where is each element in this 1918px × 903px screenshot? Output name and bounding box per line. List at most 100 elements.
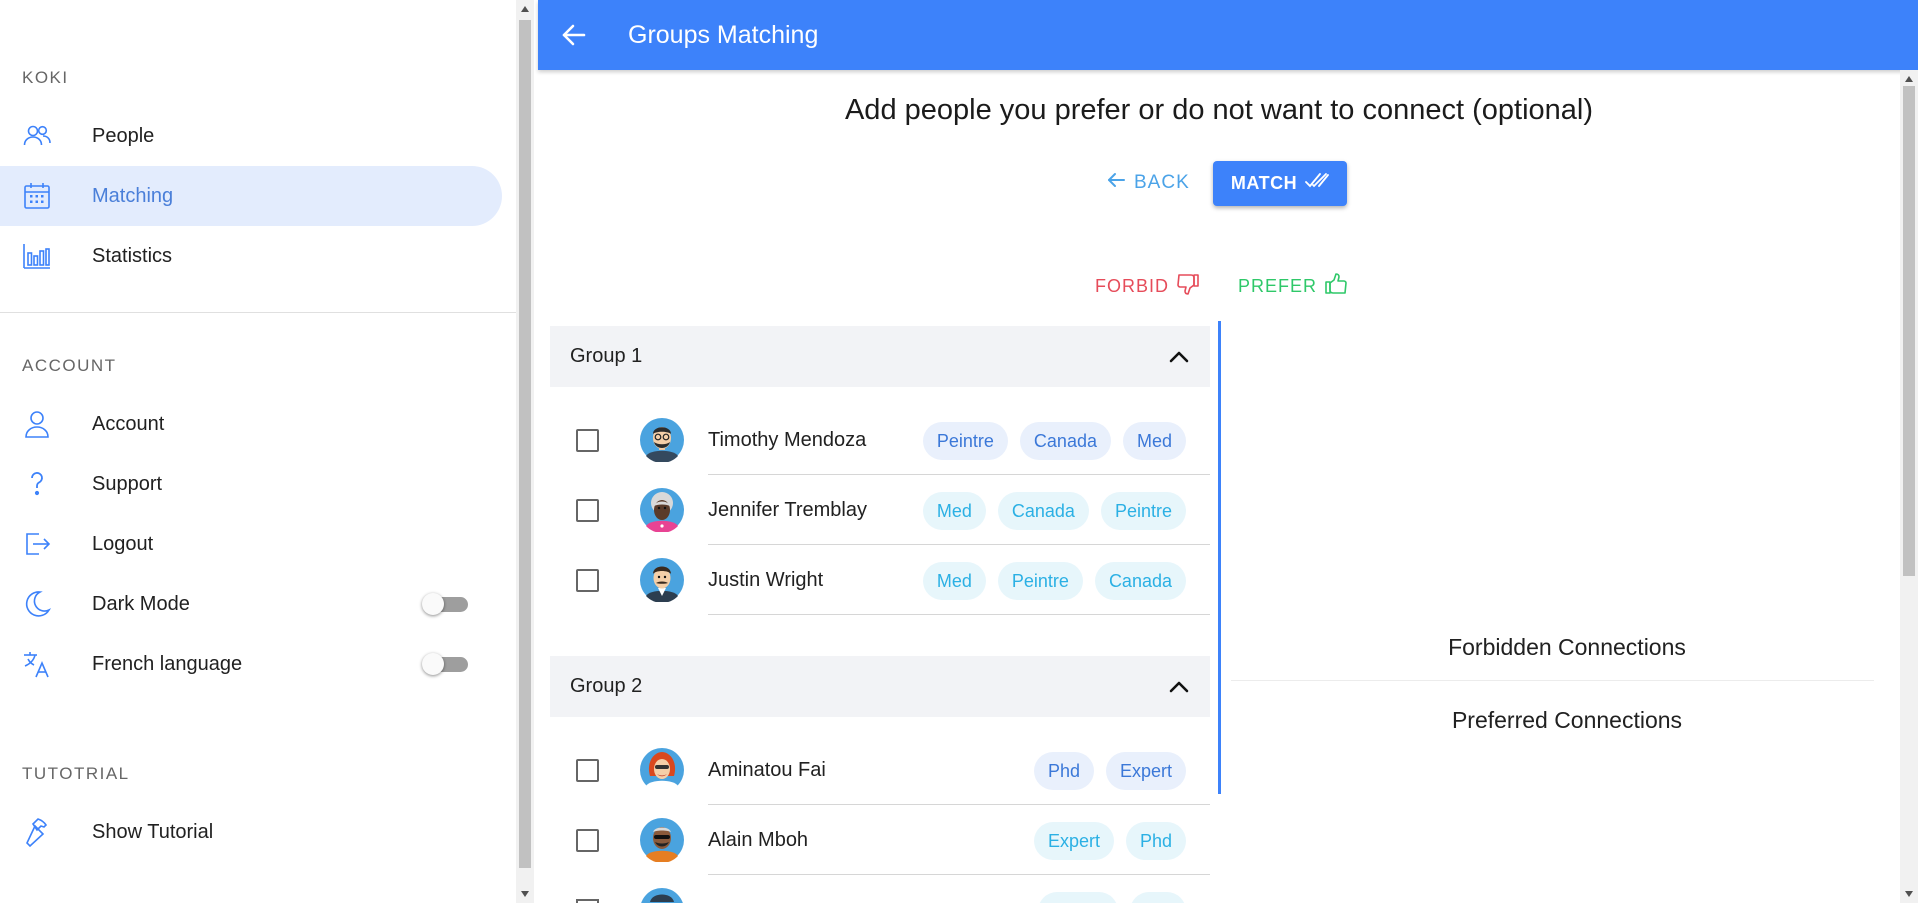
app-bar: Groups Matching	[538, 0, 1918, 70]
main-scrollbar[interactable]	[1900, 70, 1918, 903]
sidebar-item-account[interactable]: Account	[0, 394, 502, 454]
main-content: Add people you prefer or do not want to …	[538, 70, 1900, 903]
chevron-up-icon[interactable]	[1168, 346, 1190, 368]
person-name: Timothy Mendoza	[708, 429, 867, 451]
person-checkbox[interactable]	[576, 429, 599, 452]
tag-chip[interactable]: Med	[1122, 422, 1186, 460]
scrollbar-thumb[interactable]	[519, 20, 531, 868]
group-header-2[interactable]: Group 2	[550, 656, 1210, 717]
person-name: Alain Mboh	[708, 829, 809, 851]
sidebar-item-show-tutorial[interactable]: Show Tutorial	[0, 802, 502, 862]
sidebar: KOKI People Matching Statistics ACCOUNT …	[0, 0, 517, 903]
list-item: Justin Wright Med Peintre Canada	[550, 545, 1210, 615]
chevron-up-icon[interactable]	[1168, 676, 1190, 698]
people-icon	[22, 121, 52, 151]
avatar	[640, 488, 684, 532]
bar-chart-icon	[22, 241, 52, 271]
tag-chip[interactable]	[1130, 892, 1186, 903]
person-name: Aminatou Fai	[708, 759, 826, 781]
tag-chip[interactable]: Med	[922, 562, 986, 600]
group-header-1[interactable]: Group 1	[550, 326, 1210, 387]
sidebar-item-logout[interactable]: Logout	[0, 514, 502, 574]
back-arrow-icon[interactable]	[560, 21, 588, 49]
person-checkbox[interactable]	[576, 899, 599, 903]
section-title-account: ACCOUNT	[22, 356, 117, 375]
sidebar-item-label: Logout	[92, 532, 154, 555]
sidebar-item-label: Support	[92, 472, 163, 495]
page-title: Groups Matching	[628, 21, 819, 49]
instruction-heading: Add people you prefer or do not want to …	[844, 94, 1594, 126]
tag-chip[interactable]: Canada	[997, 492, 1089, 530]
person-name: Justin Wright	[708, 569, 824, 591]
scroll-up-arrow-icon[interactable]	[521, 6, 529, 12]
list-item: Alain Mboh Expert Phd	[550, 805, 1210, 875]
toggle-thumb	[422, 653, 444, 675]
pane-divider	[1218, 321, 1221, 794]
match-button-label: MATCH	[1230, 173, 1298, 193]
back-button-label: BACK	[1134, 172, 1190, 193]
sidebar-item-statistics[interactable]: Statistics	[0, 226, 502, 286]
tag-chip[interactable]: Expert	[1033, 822, 1114, 860]
scroll-down-arrow-icon[interactable]	[1905, 891, 1913, 897]
person-checkbox[interactable]	[576, 759, 599, 782]
tag-list: Peintre Canada Med	[922, 422, 1186, 460]
scroll-down-arrow-icon[interactable]	[521, 891, 529, 897]
tag-chip[interactable]: Peintre	[1100, 492, 1186, 530]
prefer-button-label: PREFER	[1238, 276, 1318, 296]
connections-divider	[1231, 680, 1874, 681]
scroll-up-arrow-icon[interactable]	[1905, 76, 1913, 82]
forbid-button-label: FORBID	[1095, 276, 1170, 296]
forbidden-connections-title: Forbidden Connections	[1448, 634, 1686, 660]
list-item: Aminatou Fai Phd Expert	[550, 735, 1210, 805]
sidebar-item-label: Matching	[92, 184, 174, 207]
thumbs-down-icon	[1176, 272, 1200, 301]
tag-chip[interactable]: Phd	[1033, 752, 1094, 790]
tag-list: Med Canada Peintre	[922, 492, 1186, 530]
forbid-button[interactable]: FORBID	[1095, 272, 1200, 301]
person-checkbox[interactable]	[576, 569, 599, 592]
tag-chip[interactable]: Canada	[1019, 422, 1111, 460]
moon-icon	[22, 589, 52, 619]
toggle-thumb	[422, 593, 444, 615]
french-language-toggle[interactable]	[422, 653, 468, 675]
calendar-icon	[22, 181, 52, 211]
sidebar-scrollbar[interactable]	[516, 0, 534, 903]
section-title-tutorial: TUTOTRIAL	[22, 764, 130, 783]
tag-list: Med Peintre Canada	[922, 562, 1186, 600]
arrow-left-icon	[1106, 170, 1126, 196]
back-button[interactable]: BACK	[1106, 161, 1190, 205]
avatar	[640, 748, 684, 792]
logout-icon	[22, 529, 52, 559]
sidebar-item-label: Account	[92, 412, 165, 435]
dark-mode-toggle[interactable]	[422, 593, 468, 615]
thumbs-up-icon	[1324, 272, 1348, 301]
tag-chip[interactable]: Canada	[1094, 562, 1186, 600]
tag-chip[interactable]: Expert	[1105, 752, 1186, 790]
hammer-icon	[22, 817, 52, 847]
avatar	[640, 558, 684, 602]
tag-list: Phd Expert	[1033, 752, 1186, 790]
person-checkbox[interactable]	[576, 499, 599, 522]
row-divider	[708, 614, 1210, 615]
tag-chip[interactable]: Phd	[1125, 822, 1186, 860]
match-button[interactable]: MATCH	[1213, 161, 1347, 206]
tag-chip[interactable]: Med	[922, 492, 986, 530]
sidebar-item-support[interactable]: Support	[0, 454, 502, 514]
list-item: Timothy Mendoza Peintre Canada Med	[550, 405, 1210, 475]
question-icon	[22, 469, 52, 499]
sidebar-item-label: Statistics	[92, 244, 173, 267]
sidebar-item-label: French language	[92, 652, 243, 675]
person-name: Jennifer Tremblay	[708, 499, 867, 521]
tag-chip[interactable]: Peintre	[997, 562, 1083, 600]
double-check-icon	[1305, 172, 1329, 195]
sidebar-item-french-language: French language	[0, 634, 502, 694]
avatar	[641, 888, 683, 903]
prefer-button[interactable]: PREFER	[1238, 272, 1348, 301]
section-title-koki: KOKI	[22, 68, 69, 87]
person-checkbox[interactable]	[576, 829, 599, 852]
sidebar-item-people[interactable]: People	[0, 106, 502, 166]
sidebar-item-matching[interactable]: Matching	[0, 166, 502, 226]
tag-chip[interactable]	[1038, 892, 1118, 903]
scrollbar-thumb[interactable]	[1903, 86, 1915, 576]
tag-chip[interactable]: Peintre	[922, 422, 1008, 460]
